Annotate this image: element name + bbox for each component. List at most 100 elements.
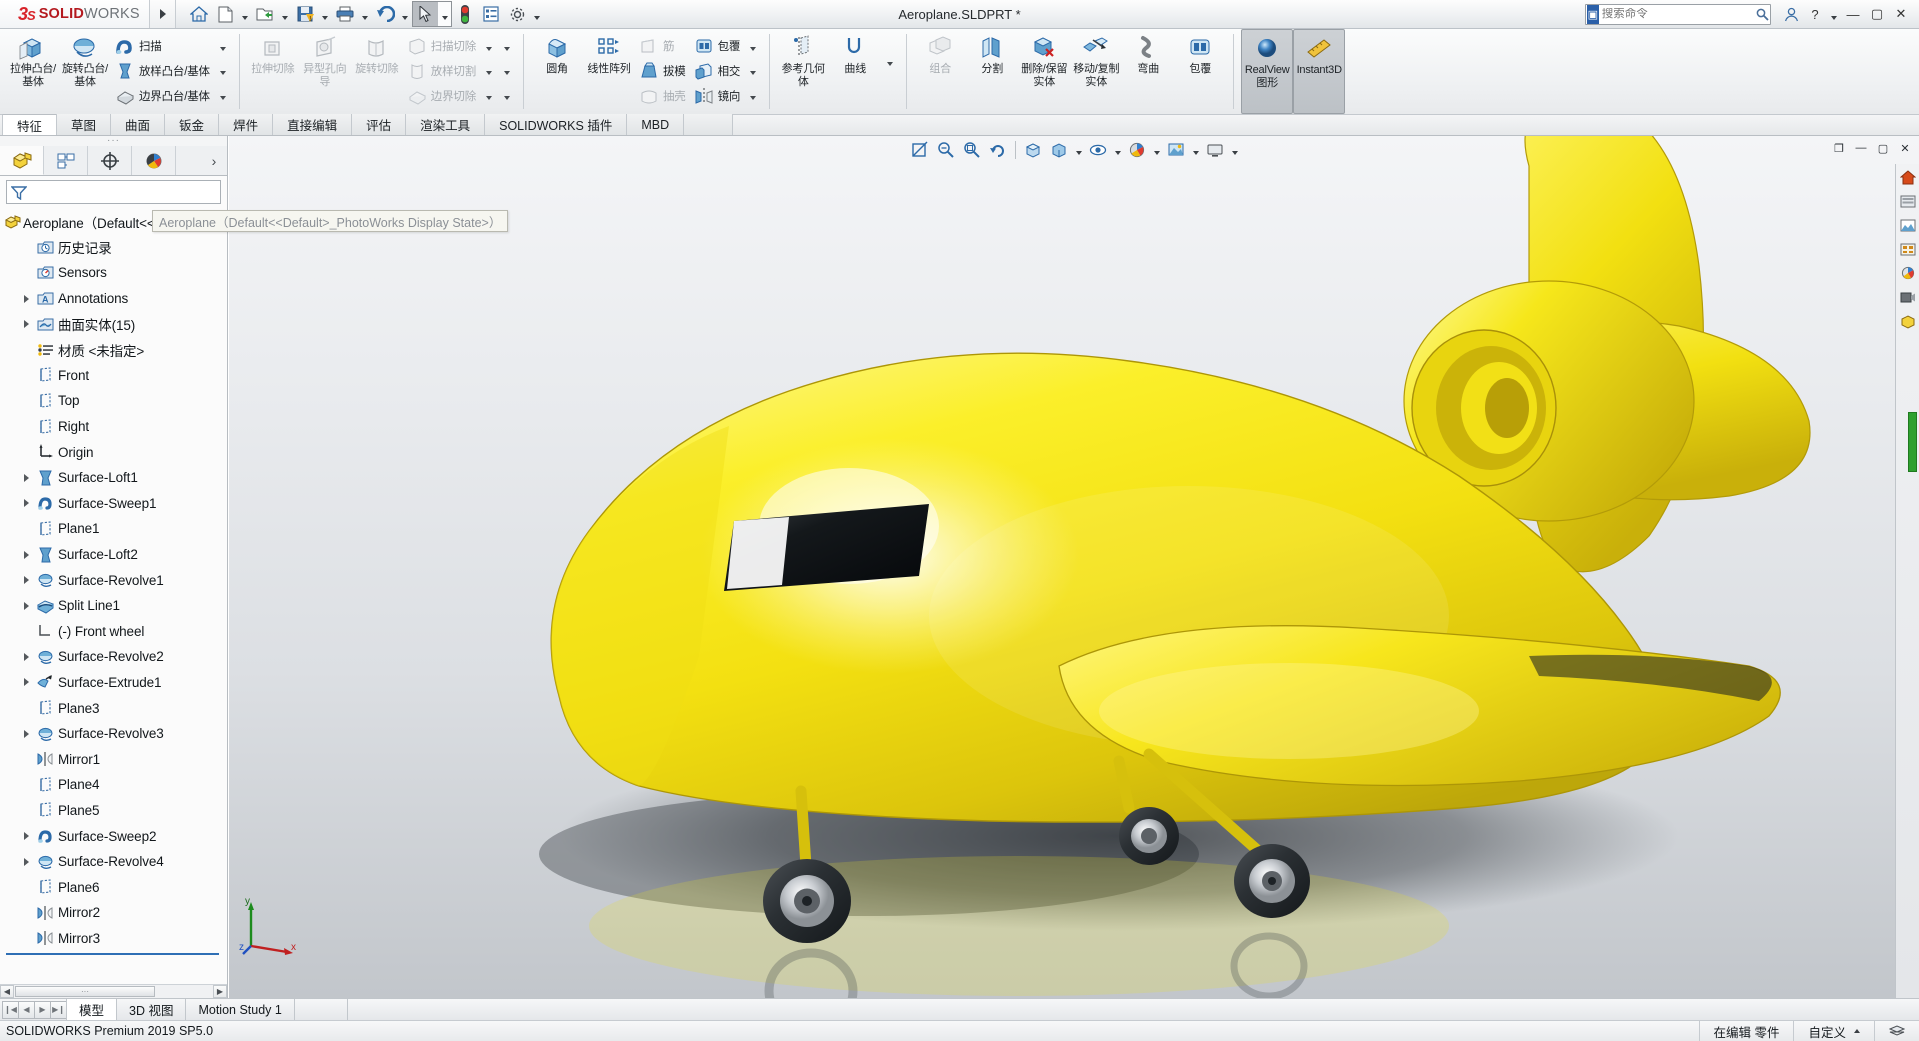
tab-weldments[interactable]: 焊件 xyxy=(218,114,274,135)
tree-node[interactable]: A Annotations xyxy=(0,286,227,312)
undo-icon[interactable] xyxy=(372,1,398,27)
save-icon[interactable]: ! xyxy=(292,1,318,27)
select-icon[interactable] xyxy=(412,1,438,27)
extrude-cut-button[interactable]: 拉伸切除 xyxy=(247,29,299,114)
home-panel-icon[interactable] xyxy=(1896,166,1919,188)
bottom-tab-motion-study[interactable]: Motion Study 1 xyxy=(185,998,295,1021)
model-viewport[interactable] xyxy=(229,136,1919,998)
loft-dropdown[interactable] xyxy=(216,64,230,82)
close-window-button[interactable]: ✕ xyxy=(1895,139,1915,157)
options-list-icon[interactable] xyxy=(478,1,504,27)
lights-panel-icon[interactable] xyxy=(1896,262,1919,284)
bottom-tab-model[interactable]: 模型 xyxy=(66,998,118,1021)
tree-node[interactable]: Top xyxy=(0,388,227,414)
reference-geometry-button[interactable]: 参考几何体 xyxy=(777,29,829,114)
tree-node[interactable]: (-) Front wheel xyxy=(0,619,227,645)
search-input[interactable] xyxy=(1601,8,1756,20)
shell-button[interactable]: 抽壳 xyxy=(635,83,690,108)
tree-node[interactable]: Surface-Loft1 xyxy=(0,465,227,491)
expand-arrow-icon[interactable] xyxy=(18,474,34,482)
tree-node[interactable]: Surface-Sweep1 xyxy=(0,491,227,517)
prev-tab-button[interactable]: ◀ xyxy=(18,1000,35,1019)
move-copy-body-button[interactable]: 移动/复制实体 xyxy=(1070,29,1122,114)
tree-node[interactable]: Surface-Extrude1 xyxy=(0,670,227,696)
combine-button[interactable]: 组合 xyxy=(914,29,966,114)
revolve-cut-button[interactable]: 旋转切除 xyxy=(351,29,403,114)
layers-icon[interactable] xyxy=(1874,1020,1919,1041)
decals-panel-icon[interactable] xyxy=(1896,238,1919,260)
configuration-manager-tab[interactable] xyxy=(88,146,132,175)
tree-scroll-right-button[interactable]: ▶ xyxy=(213,985,227,998)
panel-grip[interactable] xyxy=(0,136,227,146)
section-view-icon[interactable] xyxy=(908,138,932,162)
tree-node[interactable]: Surface-Sweep2 xyxy=(0,823,227,849)
rollback-bar[interactable] xyxy=(6,953,219,956)
fillet-button[interactable]: 圆角 xyxy=(531,29,583,114)
tree-node[interactable]: Plane6 xyxy=(0,874,227,900)
intersect-dropdown[interactable] xyxy=(746,64,760,82)
search-scope-icon[interactable]: ▣ xyxy=(1587,4,1599,24)
last-tab-button[interactable]: ▶❙ xyxy=(50,1000,67,1019)
undo-dropdown[interactable] xyxy=(398,1,412,27)
tree-node[interactable]: Mirror3 xyxy=(0,926,227,952)
cut-extra-dropdown-2[interactable] xyxy=(500,64,514,82)
wrap-button[interactable]: 包覆 xyxy=(690,33,745,58)
user-account-icon[interactable] xyxy=(1779,1,1803,27)
appearances-panel-icon[interactable] xyxy=(1896,190,1919,212)
search-icon[interactable] xyxy=(1756,8,1770,21)
tree-node[interactable]: Split Line1 xyxy=(0,593,227,619)
expand-arrow-icon[interactable] xyxy=(18,499,34,507)
search-command-box[interactable]: ▣ xyxy=(1585,3,1771,25)
realview-button[interactable]: RealView 图形 xyxy=(1241,29,1294,114)
feature-tree[interactable]: Aeroplane（Default<<Default>_Ph 历史记录 Sensor… xyxy=(0,206,227,984)
flex-button[interactable]: 弯曲 xyxy=(1122,29,1174,114)
tree-node[interactable]: Surface-Revolve2 xyxy=(0,644,227,670)
hole-wizard-button[interactable]: 异型孔向导 xyxy=(299,29,351,114)
tree-node[interactable]: 材质 <未指定> xyxy=(0,337,227,363)
tab-evaluate[interactable]: 评估 xyxy=(351,114,407,135)
intersect-button[interactable]: 相交 xyxy=(690,58,745,83)
wrap-dropdown[interactable] xyxy=(746,40,760,58)
tree-node[interactable]: Plane1 xyxy=(0,516,227,542)
sweep-dropdown[interactable] xyxy=(216,40,230,58)
curves-button[interactable]: 曲线 xyxy=(829,29,881,114)
mirror-button[interactable]: 镜向 xyxy=(690,83,745,108)
edit-appearance-icon[interactable] xyxy=(1125,138,1149,162)
display-manager-tab[interactable] xyxy=(132,146,176,175)
feature-manager-tab[interactable] xyxy=(0,146,44,175)
menu-expand-button[interactable] xyxy=(150,0,176,28)
print-icon[interactable] xyxy=(332,1,358,27)
tab-mbd[interactable]: MBD xyxy=(626,114,685,135)
display-style-dropdown[interactable] xyxy=(1073,138,1084,162)
reference-geometry-dropdown[interactable] xyxy=(883,55,897,73)
tree-node[interactable]: Right xyxy=(0,414,227,440)
first-tab-button[interactable]: ❙◀ xyxy=(2,1000,19,1019)
sweep-button[interactable]: 扫描 xyxy=(111,33,214,58)
tree-node[interactable]: Front xyxy=(0,363,227,389)
cameras-panel-icon[interactable] xyxy=(1896,286,1919,308)
tree-scroll-thumb[interactable]: ··· xyxy=(15,986,155,997)
expand-arrow-icon[interactable] xyxy=(18,551,34,559)
tree-horizontal-scrollbar[interactable]: ◀ ··· ▶ xyxy=(0,984,227,998)
custom-panel-icon[interactable] xyxy=(1896,310,1919,332)
draft-button[interactable]: 拔模 xyxy=(635,58,690,83)
view-settings-dropdown[interactable] xyxy=(1229,138,1240,162)
home-icon[interactable] xyxy=(186,1,212,27)
maximize-window-button[interactable]: ▢ xyxy=(1873,139,1893,157)
boundary-cut-button[interactable]: 边界切除 xyxy=(403,83,480,108)
tab-direct-editing[interactable]: 直接编辑 xyxy=(272,114,353,135)
loft-boss-button[interactable]: 放样凸台/基体 xyxy=(111,58,214,83)
tab-overflow[interactable] xyxy=(683,114,734,135)
scene-dropdown[interactable] xyxy=(1190,138,1201,162)
instant3d-button[interactable]: Instant3D xyxy=(1293,29,1346,114)
rebuild-icon[interactable] xyxy=(452,1,478,27)
status-custom-mode[interactable]: 自定义 xyxy=(1793,1020,1874,1041)
tree-node[interactable]: Plane4 xyxy=(0,772,227,798)
tree-node[interactable]: Surface-Revolve3 xyxy=(0,721,227,747)
expand-arrow-icon[interactable] xyxy=(18,320,34,328)
lofted-cut-button[interactable]: 放样切割 xyxy=(403,58,480,83)
open-document-dropdown[interactable] xyxy=(278,1,292,27)
tab-sheet-metal[interactable]: 钣金 xyxy=(164,114,220,135)
tree-node[interactable]: 曲面实体(15) xyxy=(0,311,227,337)
appearance-dropdown[interactable] xyxy=(1151,138,1162,162)
